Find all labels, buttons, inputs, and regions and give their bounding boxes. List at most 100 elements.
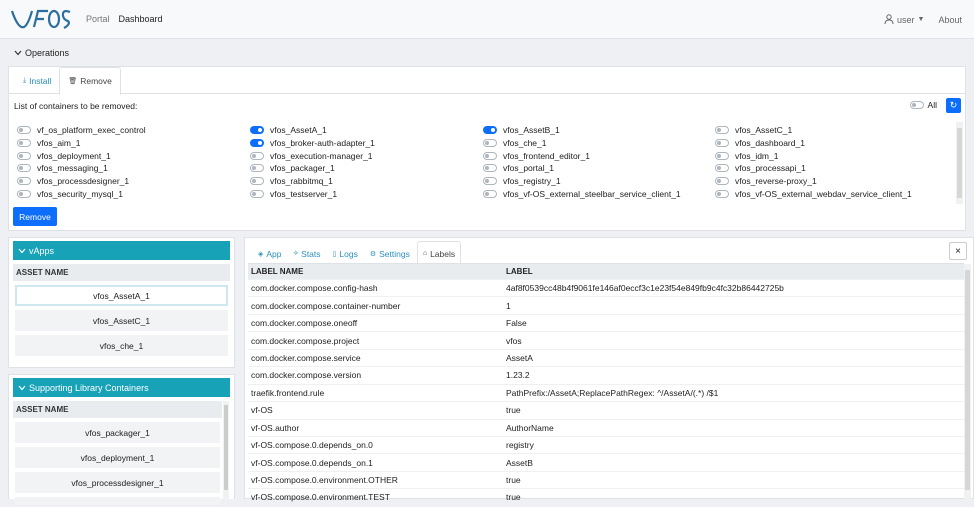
container-toggle-label: vfos_AssetC_1 (735, 125, 793, 136)
container-toggle-item[interactable]: vfos_testserver_1 (250, 187, 483, 200)
container-toggle-item[interactable]: vfos_frontend_editor_1 (483, 149, 715, 162)
container-toggle-item[interactable]: vfos_processapi_1 (715, 162, 947, 175)
container-toggle-item[interactable]: vfos_execution-manager_1 (250, 149, 483, 162)
label-value-cell: vfos (506, 335, 522, 346)
container-list-scrollbar[interactable] (956, 122, 963, 204)
support-item[interactable]: vfos_processdesigner_1 (15, 472, 220, 493)
container-toggle-item[interactable]: vfos_AssetA_1 (250, 124, 483, 137)
label-value-cell: 1 (506, 300, 511, 311)
container-toggle-item[interactable]: vfos_AssetB_1 (483, 124, 715, 137)
label-value-cell: true (506, 492, 521, 503)
container-toggle-item[interactable]: vfos_aim_1 (17, 137, 250, 150)
container-toggle-label: vfos_reverse-proxy_1 (735, 176, 817, 187)
container-toggle-switch[interactable] (483, 126, 497, 135)
container-toggle-item[interactable]: vfos_security_mysql_1 (17, 187, 250, 200)
about-link[interactable]: About (938, 15, 962, 25)
support-item[interactable]: vfos_deployment_1 (15, 447, 220, 468)
container-toggle-switch[interactable] (250, 151, 264, 160)
nav-dashboard-link[interactable]: Dashboard (119, 14, 163, 24)
support-header[interactable]: Supporting Library Containers (13, 378, 230, 397)
tab-remove-label: Remove (80, 76, 112, 86)
chevron-down-icon (18, 383, 26, 393)
container-toggle-item[interactable]: vfos_broker-auth-adapter_1 (250, 137, 483, 150)
container-toggle-item[interactable]: vfos_messaging_1 (17, 162, 250, 175)
container-toggle-item[interactable]: vf_os_platform_exec_control (17, 124, 250, 137)
container-toggle-label: vf_os_platform_exec_control (37, 125, 146, 136)
container-toggle-switch[interactable] (17, 164, 31, 173)
container-toggle-switch[interactable] (715, 139, 729, 148)
container-toggle-switch[interactable] (250, 177, 264, 186)
tab-install[interactable]: ⤓ Install (15, 67, 59, 94)
container-toggle-switch[interactable] (17, 139, 31, 148)
container-toggle-switch[interactable] (250, 189, 264, 198)
table-row: vf-OS.compose.0.depends_on.0 registry (248, 437, 964, 455)
support-item[interactable]: vfos_packager_1 (15, 422, 220, 443)
container-toggle-item[interactable]: vfos_portal_1 (483, 162, 715, 175)
container-toggle-switch[interactable] (483, 151, 497, 160)
container-toggle-label: vfos_security_mysql_1 (37, 188, 123, 199)
label-name-cell: vf-OS.author (251, 422, 300, 433)
container-toggle-switch[interactable] (483, 177, 497, 186)
container-toggle-item[interactable]: vfos_idm_1 (715, 149, 947, 162)
container-toggle-label: vfos_processdesigner_1 (37, 176, 130, 187)
label-name-cell: vf-OS (251, 405, 273, 416)
table-row: com.docker.compose.service AssetA (248, 350, 964, 368)
container-toggle-switch[interactable] (483, 139, 497, 148)
user-menu[interactable]: user ▼ (884, 13, 924, 26)
container-toggle-item[interactable]: vfos_vf-OS_external_steelbar_service_cli… (483, 187, 715, 200)
table-row: vf-OS.compose.0.environment.OTHER true (248, 472, 964, 490)
container-toggle-switch[interactable] (483, 189, 497, 198)
container-toggle-item[interactable]: vfos_vf-OS_external_webdav_service_clien… (715, 187, 947, 200)
container-toggle-item[interactable]: vfos_AssetC_1 (715, 124, 947, 137)
container-toggle-switch[interactable] (250, 126, 264, 135)
refresh-button[interactable]: ↻ (946, 98, 961, 113)
table-row: com.docker.compose.config-hash 4af8f0539c… (248, 280, 964, 298)
container-toggle-label: vfos_AssetB_1 (503, 125, 560, 136)
vapp-item[interactable]: vfos_AssetC_1 (15, 310, 228, 331)
vapp-item[interactable]: vfos_che_1 (15, 335, 228, 356)
container-toggle-switch[interactable] (250, 164, 264, 173)
operations-tabs: ⤓ Install 🗑 Remove (9, 67, 965, 95)
vapp-item[interactable]: vfos_AssetA_1 (15, 285, 228, 306)
container-toggle-item[interactable]: vfos_reverse-proxy_1 (715, 175, 947, 188)
container-toggle-item[interactable]: vfos_dashboard_1 (715, 137, 947, 150)
container-toggle-item[interactable]: vfos_registry_1 (483, 175, 715, 188)
container-toggle-switch[interactable] (483, 164, 497, 173)
nav-portal-link[interactable]: Portal (86, 14, 110, 24)
container-toggle-switch[interactable] (715, 151, 729, 160)
container-toggle-switch[interactable] (715, 126, 729, 135)
table-row: vf-OS.author AuthorName (248, 420, 964, 437)
vfos-logo[interactable] (10, 5, 72, 33)
container-toggle-item[interactable]: vfos_deployment_1 (17, 149, 250, 162)
container-toggle-item[interactable]: vfos_packager_1 (250, 162, 483, 175)
close-button[interactable]: × (949, 242, 967, 260)
labels-table-scrollbar[interactable] (964, 264, 971, 500)
container-toggle-item[interactable]: vfos_che_1 (483, 137, 715, 150)
container-toggle-label: vfos_aim_1 (37, 138, 81, 149)
container-toggle-label: vfos_che_1 (503, 138, 547, 149)
vapps-header[interactable]: vApps (13, 241, 230, 260)
container-toggle-switch[interactable] (17, 151, 31, 160)
container-toggle-item[interactable]: vfos_rabbitmq_1 (250, 175, 483, 188)
container-toggle-item[interactable]: vfos_processdesigner_1 (17, 175, 250, 188)
operations-toggle[interactable]: Operations (14, 48, 69, 58)
container-toggle-switch[interactable] (17, 189, 31, 198)
support-list-scrollbar[interactable] (223, 401, 229, 499)
select-all-control[interactable]: All (909, 100, 937, 110)
container-toggle-switch[interactable] (17, 126, 31, 135)
table-row: com.docker.compose.version 1.23.2 (248, 367, 964, 385)
table-row: vf-OS true (248, 402, 964, 420)
container-toggle-switch[interactable] (250, 139, 264, 148)
container-toggle-switch[interactable] (715, 177, 729, 186)
remove-button[interactable]: Remove (13, 207, 57, 226)
container-toggle-switch[interactable] (17, 177, 31, 186)
select-all-toggle[interactable] (909, 101, 924, 109)
trash-icon: 🗑 (68, 78, 78, 85)
container-toggle-switch[interactable] (715, 189, 729, 198)
container-toggle-label: vfos_messaging_1 (37, 163, 108, 174)
container-toggle-switch[interactable] (715, 164, 729, 173)
support-item-partial[interactable] (15, 497, 220, 505)
label-value-cell: AssetA (506, 352, 533, 363)
tab-remove[interactable]: 🗑 Remove (59, 67, 121, 95)
label-name-cell: com.docker.compose.version (251, 370, 362, 381)
